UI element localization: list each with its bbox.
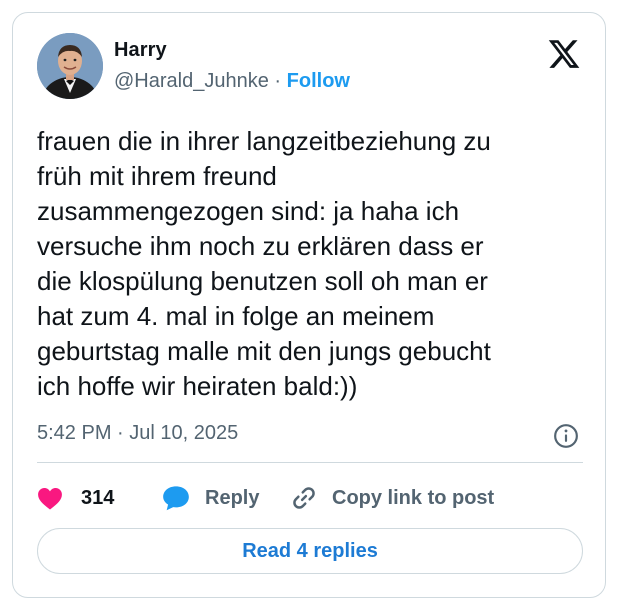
follow-button[interactable]: Follow	[287, 70, 350, 92]
copy-link-label: Copy link to post	[332, 486, 495, 509]
author-handle-line: @Harald_Juhnke · Follow	[114, 70, 350, 93]
author-name[interactable]: Harry	[114, 39, 167, 62]
like-button[interactable]: 314	[37, 482, 114, 514]
separator-dot: ·	[274, 70, 282, 92]
tweet-text: frauen die in ihrer langzeitbeziehung zu…	[37, 126, 491, 401]
author-handle[interactable]: @Harald_Juhnke	[114, 70, 269, 92]
heart-icon	[38, 488, 62, 510]
link-icon	[293, 487, 315, 509]
like-count: 314	[81, 486, 115, 509]
tweet-card: Harry @Harald_Juhnke · Follow frauen die…	[12, 12, 606, 598]
read-replies-button[interactable]: Read 4 replies	[37, 528, 583, 574]
reply-button[interactable]: Reply	[162, 482, 259, 514]
avatar-image	[37, 33, 103, 99]
x-logo-icon[interactable]	[547, 37, 581, 71]
reply-bubble-icon	[163, 486, 189, 511]
divider	[37, 462, 583, 463]
avatar[interactable]	[37, 33, 103, 99]
action-bar: 314 Reply Copy link to post	[37, 482, 583, 514]
reply-label: Reply	[205, 486, 260, 509]
info-icon[interactable]	[553, 423, 579, 449]
copy-link-button[interactable]: Copy link to post	[289, 482, 494, 514]
tweet-timestamp[interactable]: 5:42 PM · Jul 10, 2025	[37, 422, 238, 445]
